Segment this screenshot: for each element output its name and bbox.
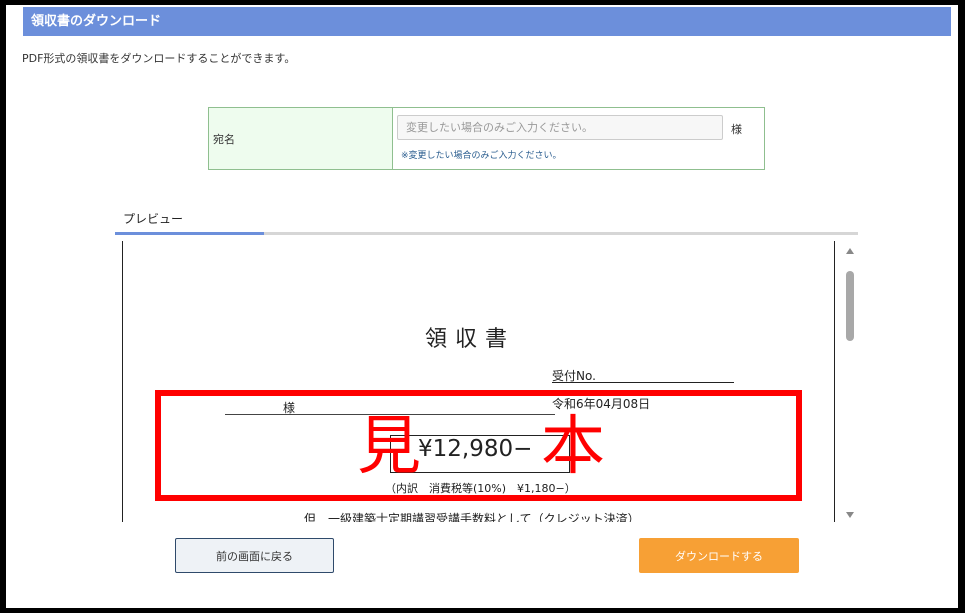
- receipt-preview[interactable]: 領収書 受付No. 令和6年04月08日 様 ¥12,980− （内訳 消費税等…: [115, 237, 858, 522]
- page-title: 領収書のダウンロード: [23, 7, 951, 36]
- download-button[interactable]: ダウンロードする: [639, 538, 799, 573]
- addressee-input-cell: 様 ※変更したい場合のみご入力ください。: [393, 108, 764, 169]
- document-edge-left: [122, 241, 123, 522]
- sample-stamp-char-2: 本: [541, 410, 605, 484]
- addressee-note: ※変更したい場合のみご入力ください。: [401, 151, 562, 161]
- sample-stamp-frame: [155, 390, 802, 501]
- addressee-form: 宛名 様 ※変更したい場合のみご入力ください。: [208, 107, 765, 170]
- document-edge-right: [834, 241, 835, 522]
- receipt-title: 領収書: [424, 327, 515, 352]
- page-frame: 領収書のダウンロード PDF形式の領収書をダウンロードすることができます。 宛名…: [6, 5, 958, 608]
- receipt-number-underline: [552, 382, 734, 383]
- receipt-purpose: 但 一級建築士定期講習受講手数料として（クレジット決済）: [304, 512, 640, 522]
- sample-stamp-char-1: 見: [357, 410, 421, 484]
- scroll-down-arrow-icon[interactable]: [846, 512, 854, 518]
- page-description: PDF形式の領収書をダウンロードすることができます。: [22, 52, 296, 65]
- tab-preview[interactable]: プレビュー: [123, 210, 183, 227]
- addressee-label: 宛名: [209, 108, 393, 169]
- tab-active-indicator: [115, 232, 264, 235]
- addressee-honorific: 様: [731, 123, 742, 136]
- scroll-up-arrow-icon[interactable]: [846, 248, 854, 254]
- back-button[interactable]: 前の画面に戻る: [175, 538, 334, 573]
- preview-scrollbar[interactable]: [842, 241, 858, 522]
- scrollbar-thumb[interactable]: [846, 271, 854, 341]
- addressee-input[interactable]: [397, 115, 723, 140]
